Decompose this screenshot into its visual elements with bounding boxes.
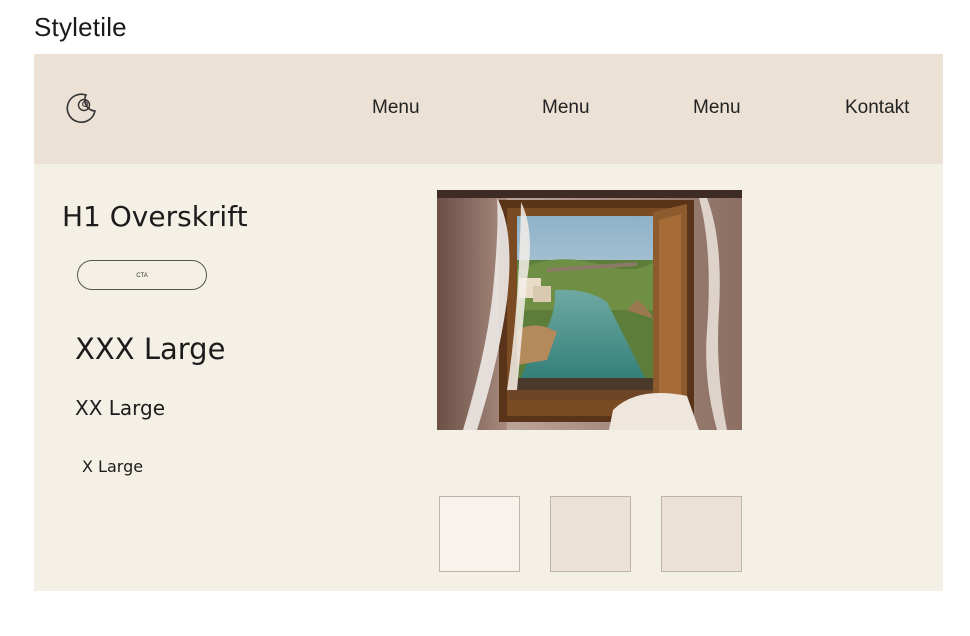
xx-large-text: XX Large — [75, 396, 166, 420]
color-swatch-2 — [550, 496, 631, 572]
nav-item-menu-3[interactable]: Menu — [693, 96, 741, 120]
xxx-large-text: XXX Large — [75, 332, 226, 366]
page-title: Styletile — [34, 12, 127, 42]
nav-item-kontakt[interactable]: Kontakt — [845, 96, 909, 120]
h1-heading: H1 Overskrift — [62, 200, 248, 233]
cta-button[interactable]: CTA — [77, 260, 207, 290]
color-swatch-3 — [661, 496, 742, 572]
x-large-text: X Large — [82, 457, 144, 476]
crescent-moon-logo-icon[interactable] — [64, 90, 100, 126]
nav-item-menu-2[interactable]: Menu — [542, 96, 590, 120]
nav-item-menu-1[interactable]: Menu — [372, 96, 420, 120]
window-view-river-photo — [437, 190, 742, 430]
site-header: Menu Menu Menu Kontakt — [34, 54, 943, 164]
color-swatch-1 — [439, 496, 520, 572]
styletile-board: Menu Menu Menu Kontakt H1 Overskrift CTA… — [34, 54, 943, 591]
